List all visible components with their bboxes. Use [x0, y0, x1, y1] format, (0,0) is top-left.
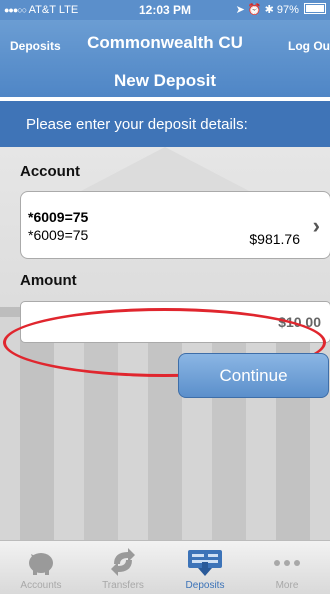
instruction-banner: Please enter your deposit details:	[0, 101, 330, 147]
account-number: *6009=75	[28, 227, 89, 243]
account-section-label: Account	[20, 163, 80, 180]
page-title: New Deposit	[113, 71, 217, 90]
app-title: Commonwealth CU	[87, 33, 243, 52]
tab-transfers[interactable]: Transfers	[82, 541, 164, 594]
logout-button[interactable]: Log Out	[288, 39, 330, 53]
alarm-icon: ⏰	[247, 4, 262, 16]
amount-value: $10.00	[278, 314, 321, 330]
tab-accounts[interactable]: Accounts	[0, 541, 82, 594]
account-name: *6009=75	[28, 209, 89, 225]
tab-bar: Accounts Transfers Deposits More	[0, 540, 330, 594]
status-bar: ●●●○○ AT&T LTE 12:03 PM ➤ ⏰ ✱ 97%	[0, 0, 330, 20]
account-balance: $981.76	[249, 231, 300, 247]
transfer-arrows-icon	[82, 546, 164, 576]
tab-label: Accounts	[20, 580, 62, 591]
amount-input[interactable]: $10.00	[20, 301, 330, 343]
amount-section-label: Amount	[20, 272, 77, 289]
instruction-text: Please enter your deposit details:	[26, 116, 248, 133]
tab-deposits[interactable]: Deposits	[164, 541, 246, 594]
nav-bar: Deposits Commonwealth CU Log Out New Dep…	[0, 20, 330, 97]
chevron-right-icon: ›	[312, 213, 320, 238]
battery-icon	[304, 3, 326, 14]
battery-percent: 97%	[276, 4, 299, 16]
continue-button[interactable]: Continue	[178, 353, 329, 398]
tab-label: Deposits	[185, 580, 225, 591]
more-dots-icon	[246, 546, 328, 576]
tab-more[interactable]: More	[246, 541, 328, 594]
bluetooth-icon: ✱	[264, 4, 274, 16]
piggy-bank-icon	[0, 546, 82, 576]
account-selector[interactable]: *6009=75 *6009=75 $981.76 ›	[20, 191, 330, 259]
tab-label: Transfers	[102, 580, 144, 591]
check-deposit-icon	[164, 546, 246, 576]
location-icon: ➤	[235, 4, 245, 16]
tab-label: More	[275, 580, 299, 591]
